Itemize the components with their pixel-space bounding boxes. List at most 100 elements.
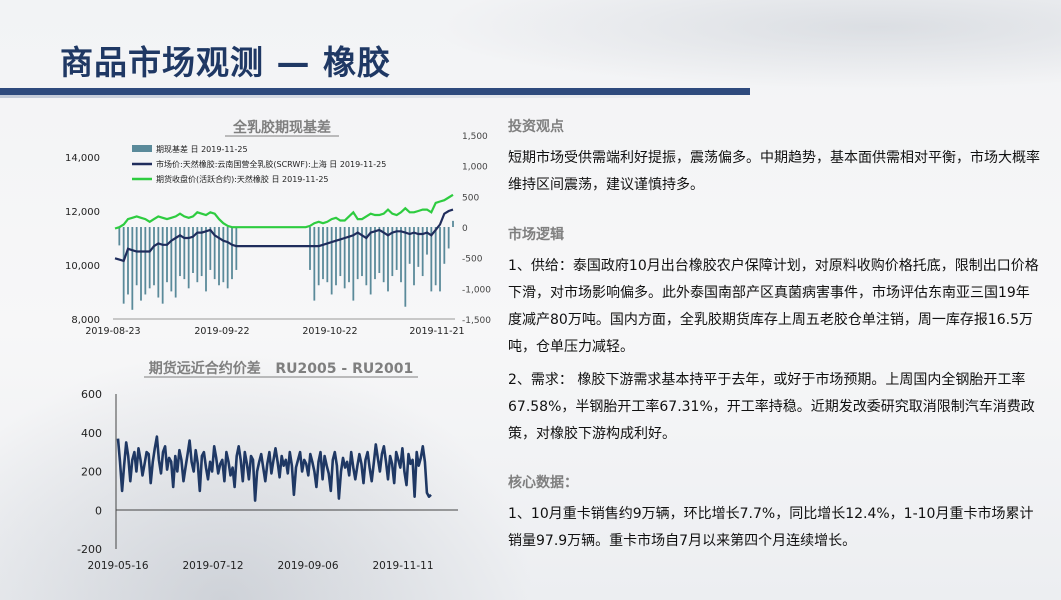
basis-bar	[235, 227, 238, 270]
title-underline-bar	[0, 88, 750, 95]
basis-bar	[343, 227, 346, 289]
x-tick-label: 2019-11-21	[409, 326, 464, 337]
basis-bar	[374, 227, 376, 280]
basis-bar	[135, 227, 138, 286]
basis-bar	[348, 227, 350, 283]
x-tick-label: 2019-09-22	[194, 326, 249, 337]
basis-bar	[356, 227, 359, 280]
x-tick-label: 2019-10-22	[302, 326, 357, 337]
basis-bar	[122, 227, 125, 304]
basis-left-axis-ticks: 14,000 12,000 10,000 8,000	[65, 153, 100, 326]
basis-bar	[330, 227, 333, 295]
right-tick-label: 500	[462, 193, 479, 203]
section-heading: 核心数据：	[508, 475, 578, 491]
y-tick-label: 600	[81, 388, 102, 401]
basis-bar	[309, 227, 311, 270]
basis-bar	[144, 227, 147, 295]
legend-label: 市场价:天然橡胶:云南国营全乳胶(SCRWF):上海 日 2019-11-25	[156, 159, 386, 169]
analysis-panel: 投资观点 短期市场受供需端利好提振，震荡偏多。中期趋势，基本面供需相对平衡，市场…	[508, 110, 1043, 555]
right-tick-label: -1,000	[462, 285, 491, 295]
basis-bar	[400, 227, 402, 283]
basis-bar	[187, 227, 190, 289]
spread-chart-title: 期货远近合约价差 RU2005 - RU2001	[149, 360, 413, 377]
section-heading: 投资观点	[508, 119, 564, 135]
x-tick-label: 2019-07-12	[182, 560, 243, 572]
section-paragraph: 1、10月重卡销售约9万辆，环比增长7.7%，同比增长12.4%，1-10月重卡…	[508, 506, 1034, 549]
basis-bar	[127, 227, 129, 295]
basis-bar	[170, 227, 173, 292]
basis-bar	[222, 227, 225, 283]
right-tick-label: 1,500	[462, 132, 488, 142]
y-tick-label: 0	[95, 504, 102, 517]
left-tick-label: 14,000	[65, 153, 100, 164]
left-tick-label: 8,000	[71, 315, 100, 326]
futures-close-line	[114, 193, 454, 230]
section-market-logic: 市场逻辑 1、供给：泰国政府10月出台橡胶农户保障计划，对原料收购价格托底，限制…	[508, 224, 1043, 448]
legend-label: 期现基差 日 2019-11-25	[156, 144, 248, 154]
x-tick-label: 2019-08-23	[85, 326, 140, 337]
basis-bar	[408, 227, 411, 264]
basis-legend: 期现基差 日 2019-11-25 市场价:天然橡胶:云南国营全乳胶(SCRWF)…	[132, 144, 386, 184]
basis-chart: 全乳胶期现基差 14,000 12,000 10,000 8,000 1,500 1,0…	[65, 119, 491, 337]
basis-bar	[339, 227, 342, 277]
basis-bar	[322, 227, 324, 280]
basis-bar	[335, 227, 337, 286]
x-tick-label: 2019-05-16	[87, 560, 148, 572]
legend-swatch	[132, 145, 152, 152]
basis-bar	[443, 227, 446, 264]
basis-bar	[452, 220, 454, 227]
basis-bars	[118, 220, 454, 310]
spread-series	[116, 435, 432, 502]
basis-bar	[231, 227, 233, 280]
basis-bar	[369, 227, 372, 295]
basis-bar	[382, 227, 385, 283]
right-tick-label: -1,500	[462, 316, 491, 326]
basis-bar	[426, 227, 428, 255]
basis-chart-title: 全乳胶期现基差	[232, 119, 331, 136]
title-underline-shadow	[0, 95, 750, 98]
basis-bar	[153, 227, 155, 286]
basis-bar	[166, 227, 168, 283]
basis-bar	[161, 227, 164, 304]
basis-bar	[205, 227, 207, 292]
basis-bar	[317, 227, 320, 286]
basis-bar	[387, 227, 389, 292]
basis-bar	[378, 227, 381, 273]
basis-bar	[430, 227, 433, 292]
basis-bar	[447, 227, 450, 249]
page-title: 商品市场观测 — 橡胶	[60, 43, 391, 82]
basis-x-axis-ticks: 2019-08-23 2019-09-22 2019-10-22 2019-11-21	[85, 326, 464, 337]
y-tick-label: 400	[81, 427, 102, 440]
basis-bar	[439, 227, 441, 292]
basis-bar	[140, 227, 142, 301]
section-heading: 市场逻辑	[508, 227, 564, 243]
right-tick-label: 1,000	[462, 163, 488, 173]
spot-price-line	[114, 208, 454, 263]
left-tick-label: 12,000	[65, 207, 100, 218]
basis-right-axis-ticks: 1,500 1,000 500 0 -500 -1,000 -1,500	[462, 132, 491, 326]
right-tick-label: 0	[462, 224, 468, 234]
basis-bar	[183, 227, 186, 280]
section-paragraph: 2、需求： 橡胶下游需求基本持平于去年，或好于市场预期。上周国内全钢胎开工率67…	[508, 372, 1035, 442]
basis-bar	[404, 227, 407, 307]
basis-bar	[196, 227, 199, 283]
basis-bar	[226, 227, 229, 289]
basis-bar	[118, 227, 121, 246]
basis-bar	[326, 227, 329, 283]
world-map-background	[430, 0, 1061, 90]
section-paragraph: 1、供给：泰国政府10月出台橡胶农户保障计划，对原料收购价格托底，限制出口价格下…	[508, 258, 1039, 355]
y-tick-label: 200	[81, 466, 102, 479]
basis-lines	[114, 193, 454, 263]
basis-bar	[200, 227, 203, 277]
y-tick-label: -200	[77, 543, 102, 556]
section-core-data: 核心数据： 1、10月重卡销售约9万辆，环比增长7.7%，同比增长12.4%，1…	[508, 472, 1043, 555]
spread-x-axis-ticks: 2019-05-16 2019-07-12 2019-09-06 2019-11-11	[87, 560, 433, 572]
basis-bar	[434, 227, 437, 286]
basis-bar	[352, 227, 355, 301]
basis-bar	[313, 227, 316, 301]
basis-bar	[413, 227, 415, 286]
spread-y-axis-ticks: 600 400 200 0 -200	[77, 388, 102, 556]
basis-bar	[391, 227, 394, 277]
basis-bar	[157, 227, 160, 298]
basis-bar	[218, 227, 220, 286]
